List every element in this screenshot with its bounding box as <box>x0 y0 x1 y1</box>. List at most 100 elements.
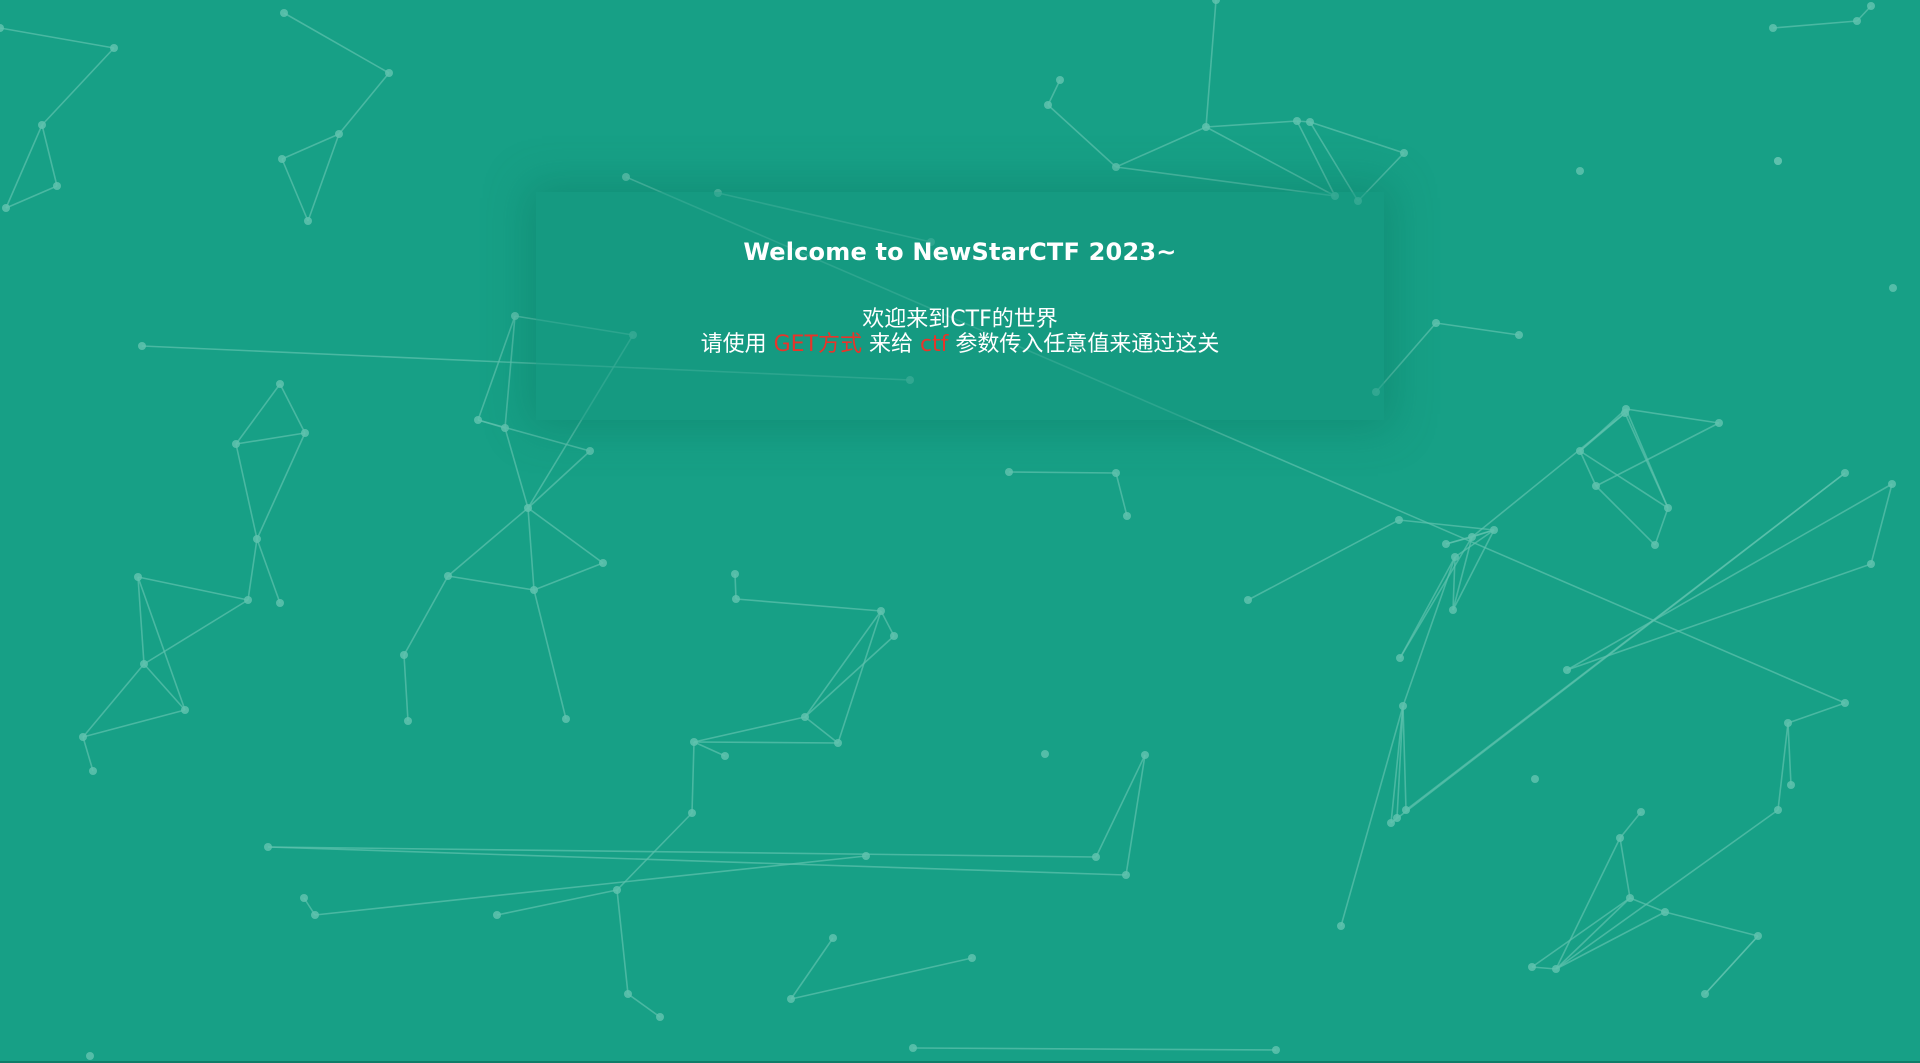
particle-dot <box>1563 666 1571 674</box>
particle-link <box>790 937 834 1000</box>
particle-link <box>0 27 115 49</box>
particle-link <box>527 507 535 591</box>
particle-link <box>1772 20 1858 29</box>
particle-dot <box>1244 596 1252 604</box>
particle-link <box>1205 120 1298 128</box>
particle-link <box>693 741 726 757</box>
instruction-part3: 参数传入任意值来通过这关 <box>948 332 1220 357</box>
particle-link <box>403 654 409 722</box>
particle-dot <box>1044 101 1052 109</box>
particle-dot <box>622 173 630 181</box>
particle-dot <box>1212 0 1220 4</box>
particle-dot <box>1449 606 1457 614</box>
param-highlight: ctf <box>919 332 949 357</box>
particle-link <box>1402 705 1407 811</box>
particle-dot <box>244 596 252 604</box>
particle-link <box>1870 483 1893 565</box>
particle-dot <box>690 738 698 746</box>
particle-link <box>477 315 516 421</box>
particle-link <box>1555 809 1779 970</box>
particle-dot <box>300 894 308 902</box>
particle-dot <box>1841 469 1849 477</box>
particle-link <box>1664 911 1759 937</box>
particle-link <box>283 12 390 74</box>
particle-link <box>735 598 882 612</box>
particle-link <box>247 538 258 601</box>
particle-dot <box>1396 654 1404 662</box>
particle-dot <box>1664 504 1672 512</box>
particle-link <box>137 576 249 601</box>
particle-link <box>338 72 390 135</box>
particle-link <box>1399 556 1456 659</box>
particle-dot <box>1769 24 1777 32</box>
particle-dot <box>1621 409 1629 417</box>
particle-dot <box>721 752 729 760</box>
particle-dot <box>278 155 286 163</box>
particle-dot <box>1112 163 1120 171</box>
particle-dot <box>1122 871 1130 879</box>
particle-dot <box>968 954 976 962</box>
particle-link <box>235 443 258 540</box>
particle-link <box>1375 322 1437 393</box>
particle-link <box>1247 519 1400 601</box>
particle-dot <box>562 715 570 723</box>
particle-dot <box>89 767 97 775</box>
particle-dot <box>385 69 393 77</box>
particle-link <box>1654 507 1669 546</box>
instruction-text: 请使用 GET方式 来给 ctf 参数传入任意值来通过这关 <box>536 332 1384 357</box>
particle-dot <box>656 1013 664 1021</box>
particle-link <box>279 383 306 434</box>
particle-dot <box>586 447 594 455</box>
particle-dot <box>1005 468 1013 476</box>
particle-dot <box>1841 699 1849 707</box>
particle-dot <box>232 440 240 448</box>
instruction-part2: 来给 <box>861 332 920 357</box>
particle-dot <box>1515 331 1523 339</box>
particle-dot <box>1784 719 1792 727</box>
particle-dot <box>493 911 501 919</box>
particle-dot <box>138 342 146 350</box>
particle-dot <box>140 660 148 668</box>
particle-dot <box>1867 2 1875 10</box>
particle-link <box>256 432 306 540</box>
particle-dot <box>1399 702 1407 710</box>
particle-link <box>235 383 281 445</box>
particle-dot <box>801 713 809 721</box>
particle-link <box>1777 722 1789 811</box>
particle-dot <box>1651 541 1659 549</box>
particle-link <box>1619 837 1631 899</box>
particle-dot <box>530 586 538 594</box>
particle-dot <box>1432 319 1440 327</box>
particle-dot <box>404 717 412 725</box>
particle-link <box>1619 811 1642 839</box>
particle-dot <box>301 429 309 437</box>
particle-link <box>447 575 535 591</box>
particle-link <box>143 599 249 665</box>
particle-dot <box>1442 540 1450 548</box>
particle-dot <box>1701 990 1709 998</box>
particle-link <box>1555 911 1666 970</box>
welcome-text: 欢迎来到CTF的世界 <box>862 307 1058 332</box>
particle-link <box>1452 536 1473 611</box>
particle-dot <box>1056 76 1064 84</box>
particle-link <box>804 610 882 718</box>
particle-dot <box>1853 17 1861 25</box>
particle-link <box>267 846 1127 876</box>
particle-dot <box>1888 480 1896 488</box>
particle-network-background <box>0 0 1897 1060</box>
particle-link <box>691 741 695 814</box>
particle-dot <box>1754 932 1762 940</box>
particle-link <box>1566 483 1893 671</box>
particle-dot <box>787 995 795 1003</box>
particle-link <box>1595 422 1720 487</box>
particle-dot <box>1293 117 1301 125</box>
particle-link <box>1399 536 1473 659</box>
particle-dot <box>501 424 509 432</box>
particle-link <box>314 855 867 916</box>
particle-link <box>1008 471 1117 474</box>
particle-link <box>790 957 973 1000</box>
particle-dot <box>1402 806 1410 814</box>
particle-dot <box>834 739 842 747</box>
particle-dot <box>181 706 189 714</box>
particle-dot <box>2 204 10 212</box>
